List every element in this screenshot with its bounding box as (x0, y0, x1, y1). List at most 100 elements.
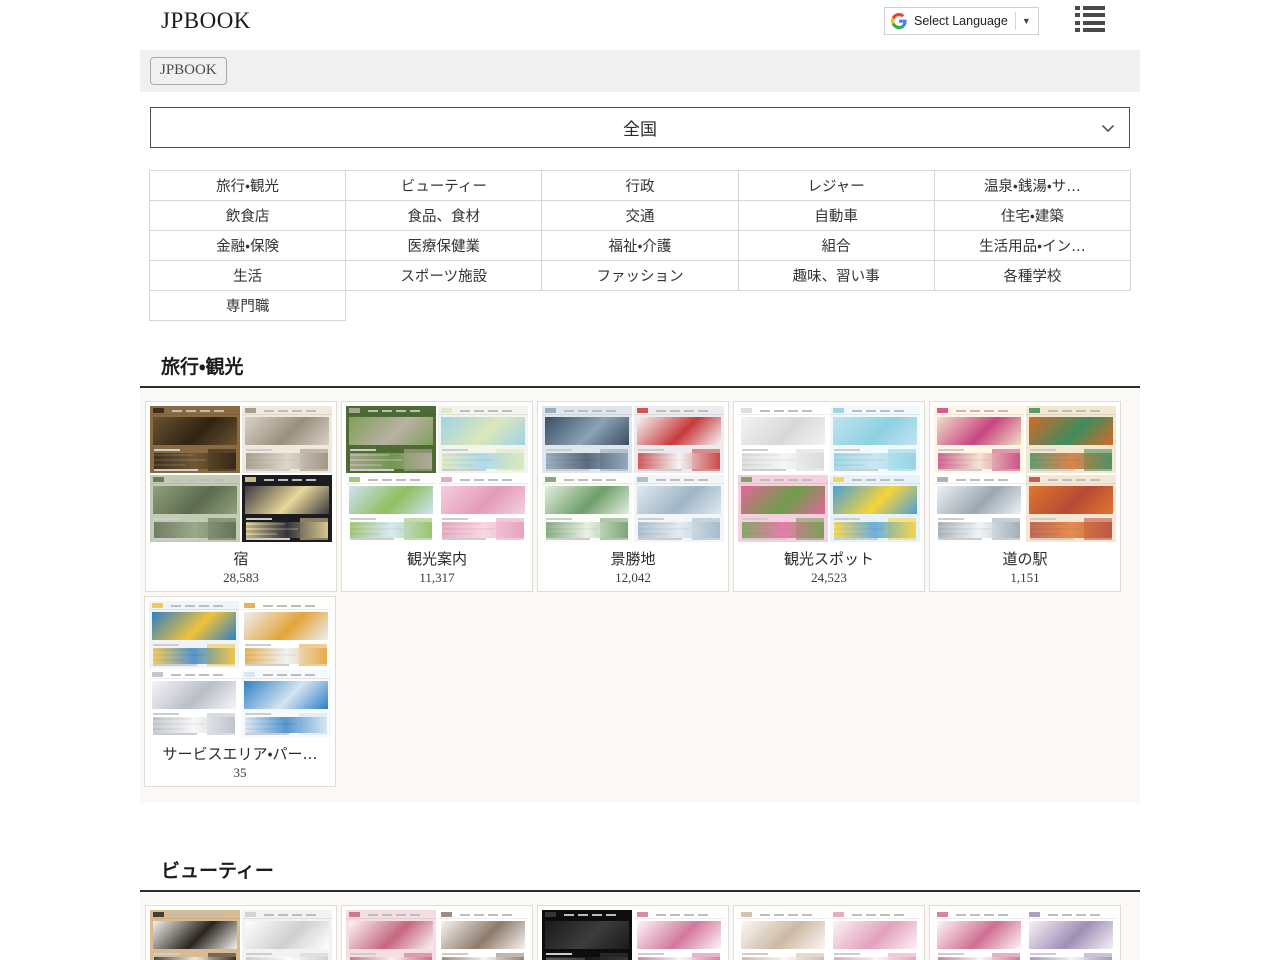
thumbnail-nav-dash (368, 410, 378, 412)
thumbnail-logo-mark (741, 408, 752, 413)
thumbnail-hero-image (349, 417, 433, 445)
thumbnail-nav-dash (760, 410, 770, 412)
category-cell[interactable]: 各種学校 (934, 261, 1130, 291)
thumbnail-photo-strip (246, 522, 328, 538)
thumbnail-nav-dash (213, 605, 223, 607)
category-cell[interactable]: 旅行・観光 (150, 171, 346, 201)
thumbnail-tile (438, 910, 528, 960)
category-cell[interactable]: 交通 (542, 201, 738, 231)
thumbnail-logo-mark (1029, 408, 1040, 413)
thumbnail-text-line (938, 449, 964, 451)
category-cell[interactable]: 生活 (150, 261, 346, 291)
category-cell[interactable]: 医療保健業 (346, 231, 542, 261)
category-cell[interactable]: 飲食店 (150, 201, 346, 231)
list-menu-icon[interactable] (1075, 6, 1105, 32)
category-cell[interactable]: 住宅・建築 (934, 201, 1130, 231)
category-card[interactable] (929, 905, 1121, 960)
thumbnail-tile (542, 406, 632, 473)
menu-bar (1083, 6, 1105, 10)
region-select-value: 全国 (623, 115, 657, 140)
thumbnail-hero-image (545, 921, 629, 949)
category-cell[interactable]: スポーツ施設 (346, 261, 542, 291)
category-card[interactable]: 観光案内11,317 (341, 401, 533, 592)
thumbnail-photo-strip (246, 453, 328, 469)
thumbnail-nav-dash (1048, 914, 1058, 916)
thumbnail-nav-dash (894, 914, 904, 916)
thumbnail-nav-dash (1062, 479, 1072, 481)
thumbnail-nav-dash (460, 410, 470, 412)
category-cell[interactable]: 生活用品・イン… (934, 231, 1130, 261)
card-thumbnail-grid (738, 910, 920, 960)
category-cell[interactable]: 金融・保険 (150, 231, 346, 261)
category-card[interactable] (145, 905, 337, 960)
thumbnail-tile (242, 406, 332, 473)
thumbnail-nav-dash (171, 674, 181, 676)
category-card[interactable] (341, 905, 533, 960)
thumbnail-nav-dash (305, 674, 315, 676)
thumbnail-text-line (1030, 953, 1056, 955)
category-card[interactable]: 宿28,583 (145, 401, 337, 592)
chevron-down-icon[interactable]: ▼ (1022, 17, 1031, 26)
thumbnail-text-line (546, 449, 572, 451)
category-cell[interactable]: 食品、食材 (346, 201, 542, 231)
thumbnail-hero-image (741, 486, 825, 514)
category-cell[interactable]: 温泉・銭湯・サ… (934, 171, 1130, 201)
thumbnail-text-line (1030, 469, 1074, 471)
thumbnail-nav-dash (760, 479, 770, 481)
thumbnail-logo-mark (637, 912, 648, 917)
thumbnail-nav-dash (185, 605, 195, 607)
thumbnail-nav-dash (1062, 914, 1072, 916)
category-cell[interactable]: レジャー (738, 171, 934, 201)
category-cell[interactable]: ファッション (542, 261, 738, 291)
thumbnail-tile (738, 910, 828, 960)
site-brand[interactable]: JPBOOK (161, 7, 251, 35)
card-thumbnail-grid (542, 406, 724, 542)
category-cell[interactable]: 自動車 (738, 201, 934, 231)
thumbnail-nav-dash (970, 410, 980, 412)
category-cell[interactable]: 行政 (542, 171, 738, 201)
menu-row (1075, 21, 1105, 25)
thumbnail-nav-dash (263, 674, 273, 676)
card-grid (140, 892, 1140, 960)
category-card[interactable]: 景勝地12,042 (537, 401, 729, 592)
thumbnail-nav-dash (488, 479, 498, 481)
google-translate-widget[interactable]: Select Language ▼ (884, 7, 1039, 35)
category-cell[interactable]: 組合 (738, 231, 934, 261)
thumbnail-tile (150, 910, 240, 960)
thumbnail-nav-dash (368, 914, 378, 916)
thumbnail-logo-mark (741, 912, 752, 917)
thumbnail-nav-dash (788, 479, 798, 481)
thumbnail-nav-dash (970, 479, 980, 481)
thumbnail-text-line (742, 449, 768, 451)
category-card[interactable]: サービスエリア・パー…35 (144, 596, 336, 787)
site-header: JPBOOK Select Language ▼ (0, 0, 1280, 48)
thumbnail-photo-strip (938, 453, 1020, 469)
category-cell[interactable]: 趣味、習い事 (738, 261, 934, 291)
thumbnail-logo-mark (245, 477, 256, 482)
category-card[interactable] (537, 905, 729, 960)
thumbnail-tile (346, 910, 436, 960)
thumbnail-text-line (638, 518, 664, 520)
category-cell[interactable]: 専門職 (150, 291, 346, 321)
category-section: ビューティー (0, 844, 1280, 960)
category-card[interactable]: 道の駅1,151 (929, 401, 1121, 592)
thumbnail-tile (830, 475, 920, 542)
thumbnail-nav-dash (306, 479, 316, 481)
region-select[interactable]: 全国 (150, 107, 1130, 148)
thumbnail-nav-dash (1076, 410, 1086, 412)
thumbnail-logo-mark (545, 408, 556, 413)
thumbnail-tile (438, 406, 528, 473)
category-cell[interactable]: 福祉・介護 (542, 231, 738, 261)
thumbnail-nav-dash (802, 914, 812, 916)
thumbnail-hero-image (441, 486, 525, 514)
category-cell[interactable]: ビューティー (346, 171, 542, 201)
card-count: 28,583 (150, 570, 332, 586)
category-card[interactable] (733, 905, 925, 960)
breadcrumb-item-jpbook[interactable]: JPBOOK (150, 57, 227, 85)
category-card[interactable]: 観光スポット24,523 (733, 401, 925, 592)
thumbnail-nav-dash (998, 914, 1008, 916)
thumbnail-nav-dash (199, 674, 209, 676)
thumbnail-tile (346, 406, 436, 473)
thumbnail-photo-strip (638, 522, 720, 538)
thumbnail-hero-image (937, 921, 1021, 949)
